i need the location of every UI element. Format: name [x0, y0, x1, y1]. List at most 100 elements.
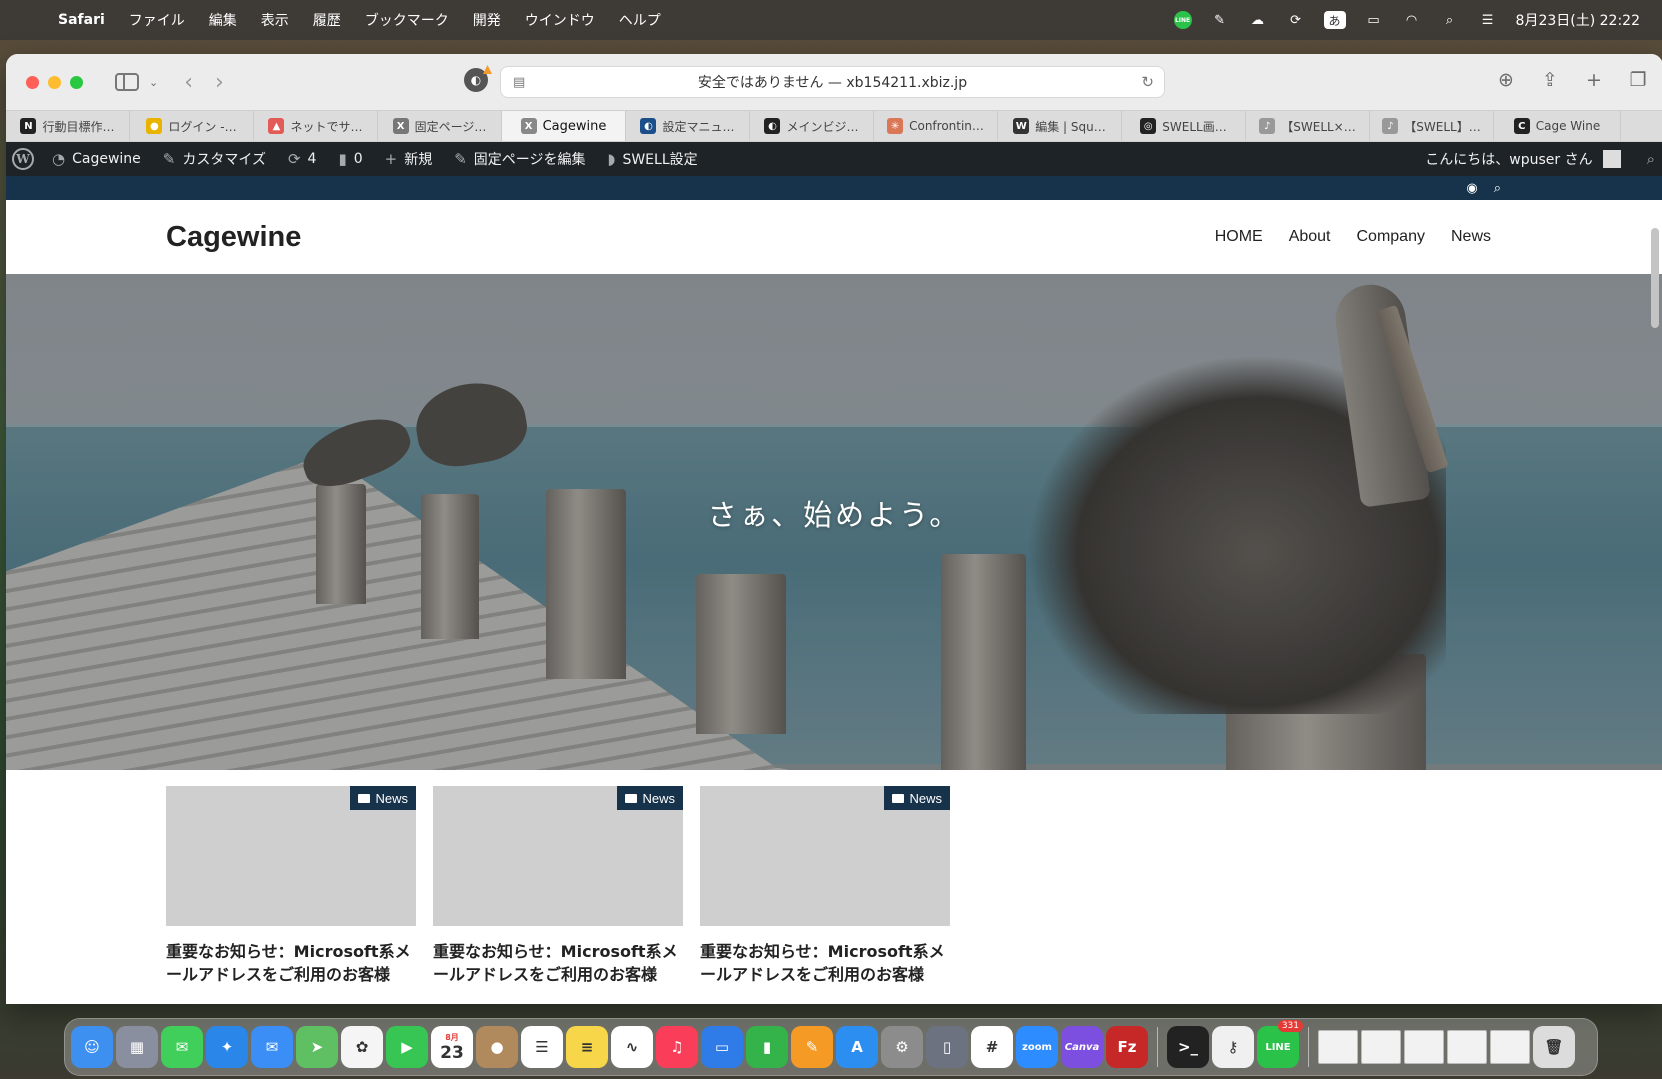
post-thumbnail[interactable]: News	[700, 786, 950, 926]
menu-edit[interactable]: 編集	[209, 10, 237, 30]
dock-minimized-window[interactable]	[1361, 1030, 1401, 1064]
post-title[interactable]: 重要なお知らせ：Microsoft系メールアドレスをご利用のお客様	[700, 940, 960, 986]
nav-home[interactable]: HOME	[1215, 228, 1263, 246]
category-badge[interactable]: News	[617, 786, 683, 810]
admin-greeting[interactable]: こんにちは、wpuser さん	[1425, 149, 1592, 169]
freeform-icon[interactable]: ∿	[611, 1026, 653, 1068]
share-icon[interactable]: ⇪	[1539, 68, 1561, 92]
wordpress-logo-icon[interactable]: W	[12, 148, 34, 170]
menu-history[interactable]: 履歴	[313, 10, 341, 30]
address-text[interactable]: 安全ではありません — xb154211.xbiz.jp	[698, 72, 967, 92]
dock-minimized-window[interactable]	[1318, 1030, 1358, 1064]
nav-company[interactable]: Company	[1357, 228, 1425, 246]
finder-icon[interactable]: ☺	[71, 1026, 113, 1068]
post-thumbnail[interactable]: News	[433, 786, 683, 926]
menu-help[interactable]: ヘルプ	[619, 10, 661, 30]
slack-icon[interactable]: #	[971, 1026, 1013, 1068]
minimize-window-button[interactable]	[48, 75, 61, 89]
browser-tab[interactable]: ● ログイン -…	[130, 111, 254, 141]
extension-icon[interactable]: ◐	[464, 68, 488, 92]
reminders-icon[interactable]: ☰	[521, 1026, 563, 1068]
page-settings-icon[interactable]: ▤	[513, 75, 525, 90]
reload-icon[interactable]: ↻	[1141, 73, 1154, 91]
new-tab-icon[interactable]: +	[1583, 68, 1605, 92]
line-icon[interactable]: LINE 331	[1257, 1020, 1303, 1068]
browser-tab[interactable]: ◎ SWELL画…	[1122, 111, 1246, 141]
menu-develop[interactable]: 開発	[473, 10, 501, 30]
admin-new-link[interactable]: + 新規	[385, 149, 433, 169]
browser-tab[interactable]: N 行動目標作…	[6, 111, 130, 141]
browser-tab[interactable]: ▲ ネットでサ…	[254, 111, 378, 141]
browser-tab[interactable]: ◐ メインビジ…	[750, 111, 874, 141]
canva-icon[interactable]: Canva	[1061, 1026, 1103, 1068]
post-thumbnail[interactable]: News	[166, 786, 416, 926]
calendar-icon[interactable]: 8月 23	[431, 1026, 473, 1068]
browser-tab[interactable]: ◐ 設定マニュ…	[626, 111, 750, 141]
menu-clock[interactable]: 8月23日(土) 22:22	[1516, 10, 1640, 30]
browser-tab[interactable]: ✳ Confrontin…	[874, 111, 998, 141]
wifi-icon[interactable]: ◠	[1402, 10, 1422, 30]
spotlight-search-icon[interactable]: ⌕	[1440, 10, 1460, 30]
sidebar-toggle-icon[interactable]	[115, 73, 139, 91]
post-title[interactable]: 重要なお知らせ：Microsoft系メールアドレスをご利用のお客様	[433, 940, 693, 986]
sync-status-icon[interactable]: ⟳	[1286, 10, 1306, 30]
admin-edit-page-link[interactable]: ✎ 固定ページを編集	[454, 149, 585, 169]
pen-status-icon[interactable]: ✎	[1210, 10, 1230, 30]
trash-icon[interactable]: 🗑	[1533, 1026, 1575, 1068]
site-logo[interactable]: Cagewine	[166, 221, 301, 254]
admin-updates-link[interactable]: ⟳ 4	[288, 150, 317, 168]
back-button-icon[interactable]: ‹	[184, 70, 193, 95]
site-search-icon[interactable]: ⌕	[1494, 181, 1501, 196]
launchpad-icon[interactable]: ▦	[116, 1026, 158, 1068]
admin-comments-link[interactable]: ▮ 0	[338, 150, 362, 168]
forward-button-icon[interactable]: ›	[215, 70, 224, 95]
rss-icon[interactable]: ◉	[1466, 181, 1477, 196]
post-card[interactable]: News 重要なお知らせ：Microsoft系メールアドレスをご利用のお客様	[433, 786, 683, 986]
contacts-icon[interactable]: ●	[476, 1026, 518, 1068]
input-method-icon[interactable]: あ	[1323, 11, 1346, 29]
dock-minimized-window[interactable]	[1490, 1030, 1530, 1064]
post-title[interactable]: 重要なお知らせ：Microsoft系メールアドレスをご利用のお客様	[166, 940, 426, 986]
admin-search-icon[interactable]: ⌕	[1647, 150, 1655, 168]
tab-overview-icon[interactable]: ❐	[1627, 68, 1649, 92]
post-card[interactable]: News 重要なお知らせ：Microsoft系メールアドレスをご利用のお客様	[166, 786, 416, 986]
close-window-button[interactable]	[26, 75, 39, 89]
category-badge[interactable]: News	[350, 786, 416, 810]
admin-customize-link[interactable]: ✎ カスタマイズ	[163, 149, 266, 169]
tab-group-chevron-down-icon[interactable]: ⌄	[149, 76, 158, 89]
system-settings-icon[interactable]: ⚙	[881, 1026, 923, 1068]
zoom-window-button[interactable]	[70, 75, 83, 89]
filezilla-icon[interactable]: Fz	[1106, 1026, 1148, 1068]
line-status-icon[interactable]: LINE	[1173, 11, 1192, 29]
photos-icon[interactable]: ✿	[341, 1026, 383, 1068]
cloud-status-icon[interactable]: ☁	[1248, 10, 1268, 30]
admin-site-link[interactable]: ◔ Cagewine	[52, 150, 141, 168]
post-card[interactable]: News 重要なお知らせ：Microsoft系メールアドレスをご利用のお客様	[700, 786, 950, 986]
numbers-icon[interactable]: ▮	[746, 1026, 788, 1068]
menu-view[interactable]: 表示	[261, 10, 289, 30]
category-badge[interactable]: News	[884, 786, 950, 810]
app-store-icon[interactable]: A	[836, 1026, 878, 1068]
admin-swell-link[interactable]: ◗ SWELL設定	[608, 149, 698, 169]
nav-news[interactable]: News	[1451, 228, 1491, 246]
iphone-mirroring-icon[interactable]: ▯	[926, 1026, 968, 1068]
browser-tab[interactable]: ♪ 【SWELL】…	[1370, 111, 1494, 141]
browser-tab[interactable]: ♪ 【SWELL×…	[1246, 111, 1370, 141]
avatar[interactable]	[1602, 150, 1621, 168]
key-icon[interactable]: ⚷	[1212, 1026, 1254, 1068]
browser-tab[interactable]: C Cage Wine	[1494, 111, 1621, 141]
dock-minimized-window[interactable]	[1447, 1030, 1487, 1064]
battery-icon[interactable]: ▭	[1364, 10, 1384, 30]
control-center-icon[interactable]: ☰	[1478, 10, 1498, 30]
menu-bookmarks[interactable]: ブックマーク	[365, 10, 449, 30]
mail-icon[interactable]: ✉	[251, 1026, 293, 1068]
notes-icon[interactable]: ≡	[566, 1026, 608, 1068]
menu-file[interactable]: ファイル	[129, 10, 185, 30]
pages-icon[interactable]: ✎	[791, 1026, 833, 1068]
messages-icon[interactable]: ✉	[161, 1026, 203, 1068]
nav-about[interactable]: About	[1289, 228, 1331, 246]
zoom-icon[interactable]: zoom	[1016, 1026, 1058, 1068]
browser-tab[interactable]: W 編集 | Squ…	[998, 111, 1122, 141]
address-bar[interactable]: ▤ 安全ではありません — xb154211.xbiz.jp ↻	[500, 66, 1165, 98]
keynote-icon[interactable]: ▭	[701, 1026, 743, 1068]
